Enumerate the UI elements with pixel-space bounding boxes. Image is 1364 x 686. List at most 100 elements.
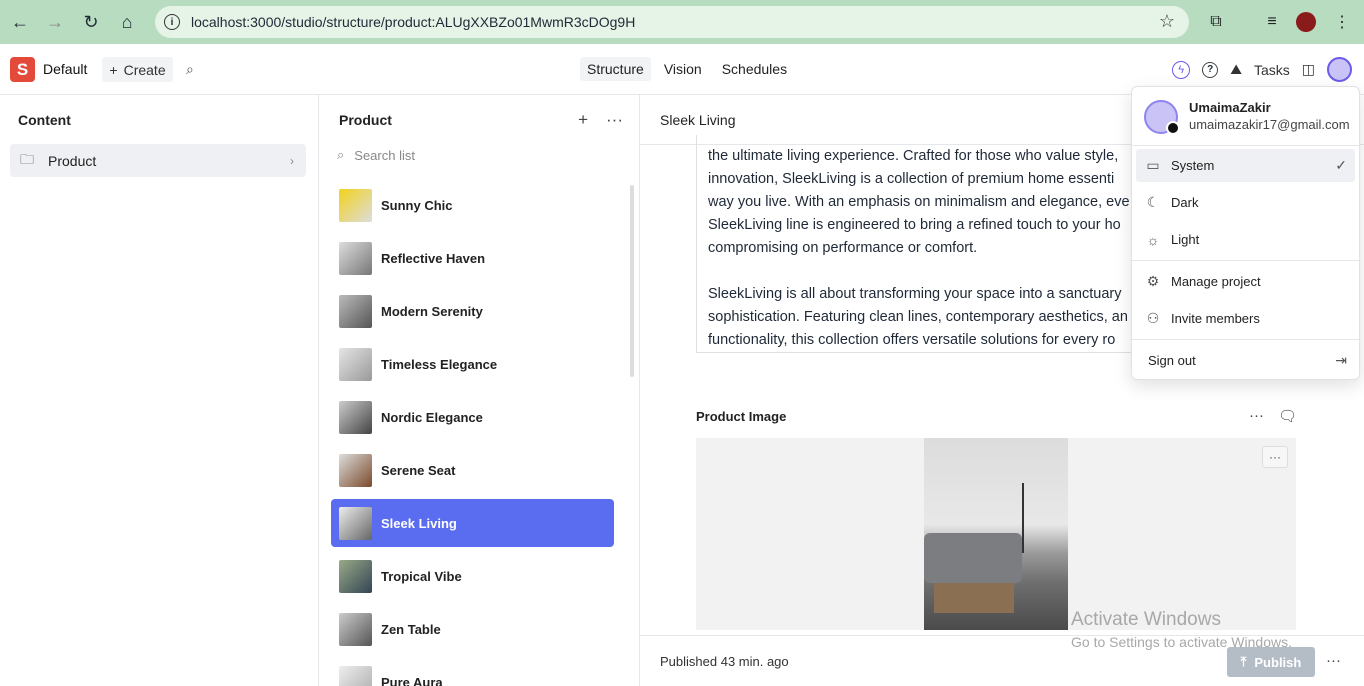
image-field-tools: ··· 🗨 [1249, 407, 1297, 425]
search-icon[interactable]: ⌕ [186, 61, 194, 78]
list-item[interactable]: Modern Serenity [331, 287, 614, 335]
list-item[interactable]: Timeless Elegance [331, 340, 614, 388]
content-item-label: Product [48, 152, 97, 169]
product-photo [924, 438, 1068, 630]
divider [1132, 339, 1359, 340]
search-list-placeholder: Search list [354, 147, 415, 163]
browser-menu-icon[interactable]: ⋮ [1329, 9, 1355, 35]
add-user-icon: ⚇ [1146, 310, 1160, 326]
divider [1132, 145, 1359, 146]
list-item-label: Zen Table [381, 621, 441, 637]
footer-more-icon[interactable]: ··· [1326, 652, 1341, 669]
tab-structure[interactable]: Structure [580, 57, 651, 81]
list-more-icon[interactable]: ··· [606, 110, 623, 130]
image-menu-icon[interactable]: ··· [1262, 446, 1288, 468]
product-image-label: Product Image [696, 409, 787, 424]
user-avatar[interactable] [1327, 57, 1352, 82]
list-item[interactable]: Serene Seat [331, 446, 614, 494]
sofa-shape [924, 533, 1022, 583]
list-item[interactable]: Pure Aura [331, 658, 614, 686]
theme-dark-item[interactable]: ☾ Dark [1136, 186, 1355, 219]
tab-vision[interactable]: Vision [657, 57, 709, 81]
site-info-icon[interactable]: i [164, 14, 180, 30]
panel-toggle-icon[interactable]: ◫ [1302, 61, 1315, 78]
presence-icon[interactable]: ⛰ [1230, 61, 1242, 78]
publish-label: Publish [1254, 654, 1302, 670]
theme-system-item[interactable]: ▭ System ✓ [1136, 149, 1355, 182]
table-shape [934, 583, 1014, 613]
workspace-name[interactable]: Default [43, 61, 87, 77]
product-image-field[interactable]: ··· [696, 438, 1296, 630]
navbar-right-tools: ϟ ? ⛰ Tasks ◫ [1172, 57, 1352, 82]
thumbnail [339, 400, 372, 434]
add-comment-icon[interactable]: 🗨 [1278, 407, 1297, 425]
publish-button[interactable]: ⤒ Publish [1227, 647, 1315, 677]
bolt-icon[interactable]: ϟ [1172, 60, 1191, 79]
media-controls-icon[interactable]: ≡ [1259, 9, 1285, 35]
list-item[interactable]: Sunny Chic [331, 181, 614, 229]
address-bar[interactable]: i localhost:3000/studio/structure/produc… [155, 6, 1189, 38]
list-item[interactable]: Zen Table [331, 605, 614, 653]
home-icon[interactable]: ⌂ [114, 9, 140, 35]
menu-item-label: Dark [1171, 195, 1199, 210]
description-line: sophistication. Featuring clean lines, c… [708, 309, 1128, 325]
list-tools: + ··· [578, 110, 623, 130]
description-line: way you live. With an emphasis on minima… [708, 194, 1130, 210]
menu-item-label: System [1171, 158, 1215, 173]
thumbnail [339, 665, 372, 686]
document-title: Sleek Living [660, 112, 736, 128]
tasks-button[interactable]: Tasks [1254, 62, 1290, 78]
invite-members-item[interactable]: ⚇ Invite members [1136, 302, 1355, 335]
tab-schedules[interactable]: Schedules [715, 57, 794, 81]
sign-out-item[interactable]: Sign out ⇥ [1136, 344, 1355, 377]
chevron-right-icon: › [290, 153, 294, 168]
content-item-product[interactable]: 🗀 Product › [10, 144, 306, 177]
content-pane: Content 🗀 Product › [0, 95, 319, 686]
list-scrollbar[interactable] [630, 185, 634, 377]
reload-icon[interactable]: ↻ [78, 9, 104, 35]
description-line: the ultimate living experience. Crafted … [708, 148, 1119, 164]
user-email: umaimazakir17@gmail.com [1189, 117, 1350, 132]
studio-logo[interactable]: S [10, 57, 35, 82]
menu-item-label: Sign out [1148, 353, 1196, 368]
windows-watermark-title: Activate Windows [1071, 609, 1221, 630]
search-icon: ⌕ [337, 147, 345, 162]
extensions-icon[interactable]: ⧉ [1203, 9, 1229, 35]
folder-icon: 🗀 [20, 150, 34, 167]
thumbnail [339, 241, 372, 275]
list-item[interactable]: Nordic Elegance [331, 393, 614, 441]
list-item-selected[interactable]: Sleek Living [331, 499, 614, 547]
manage-project-item[interactable]: ⚙ Manage project [1136, 265, 1355, 298]
list-item-label: Sleek Living [381, 515, 457, 531]
create-button[interactable]: + Create [102, 57, 173, 82]
list-pane-title: Product [339, 112, 392, 128]
product-list-pane: Product + ··· ⌕ Search list Sunny Chic R… [319, 95, 640, 686]
thumbnail [339, 559, 372, 593]
list-item[interactable]: Reflective Haven [331, 234, 614, 282]
profile-avatar-icon[interactable] [1293, 9, 1319, 35]
content-pane-title: Content [18, 112, 71, 128]
list-item-label: Timeless Elegance [381, 356, 498, 372]
list-item-label: Sunny Chic [381, 197, 453, 213]
theme-light-item[interactable]: ☼ Light [1136, 223, 1355, 256]
thumbnail [339, 347, 372, 381]
help-icon[interactable]: ? [1202, 61, 1219, 78]
bookmark-star-icon[interactable]: ☆ [1159, 11, 1175, 32]
sun-icon: ☼ [1146, 231, 1160, 248]
description-line: compromising on performance or comfort. [708, 240, 978, 256]
plus-icon: + [109, 61, 118, 78]
github-badge-icon [1166, 121, 1180, 135]
field-more-icon[interactable]: ··· [1249, 407, 1264, 425]
back-arrow-icon[interactable]: ← [7, 9, 33, 35]
thumbnail [339, 294, 372, 328]
list-item[interactable]: Tropical Vibe [331, 552, 614, 600]
windows-watermark-subtitle: Go to Settings to activate Windows. [1071, 634, 1292, 650]
list-item-label: Pure Aura [381, 674, 443, 686]
browser-toolbar: ← → ↻ ⌂ i localhost:3000/studio/structur… [0, 0, 1364, 44]
search-list-input[interactable]: ⌕ Search list [337, 147, 415, 163]
add-document-icon[interactable]: + [578, 110, 588, 130]
forward-arrow-icon[interactable]: → [42, 9, 68, 35]
publish-icon: ⤒ [1240, 654, 1247, 669]
gear-icon: ⚙ [1146, 273, 1160, 289]
thumbnail [339, 453, 372, 487]
